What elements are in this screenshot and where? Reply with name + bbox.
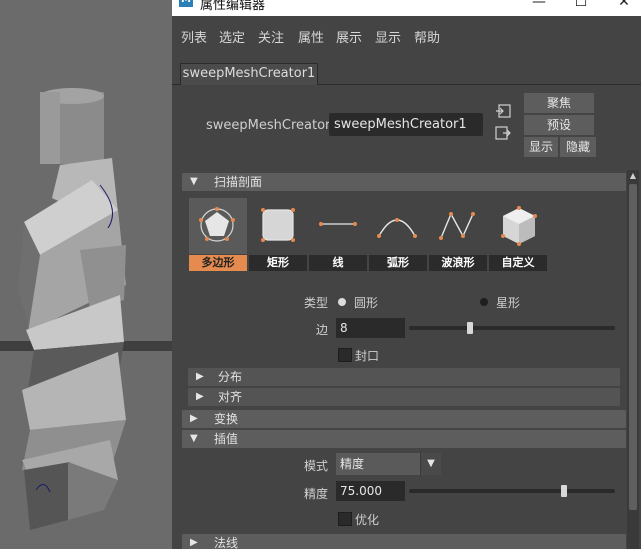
cap-label: 封口 — [355, 349, 380, 363]
attribute-panel: ▼ 扫描剖面 多边形 矩形 线 弧形 波浪形 自定义 类型 圆形 星形 边 8 … — [178, 170, 626, 549]
presets-button[interactable]: 预设 — [524, 115, 594, 135]
copy-tab-icon[interactable] — [495, 126, 511, 140]
collapsed-arrow-icon: ▶ — [190, 413, 198, 424]
precision-field[interactable]: 75.000 — [336, 481, 405, 501]
sides-field[interactable]: 8 — [336, 318, 405, 338]
focus-button[interactable]: 聚焦 — [524, 93, 594, 113]
arc-icon — [377, 218, 417, 238]
profile-wave-button[interactable]: 波浪形 — [429, 198, 487, 271]
precision-slider-knob[interactable] — [560, 485, 567, 497]
profile-line-label: 线 — [309, 255, 367, 271]
profile-polygon-label: 多边形 — [189, 255, 247, 271]
node-name-field[interactable]: sweepMeshCreator1 — [329, 113, 483, 136]
sweep-mesh-render — [18, 88, 126, 530]
wave-icon — [439, 212, 475, 240]
section-distribution[interactable]: ▶ 分布 — [188, 368, 620, 386]
profile-rectangle-label: 矩形 — [249, 255, 307, 271]
section-interpolation[interactable]: ▼ 插值 — [182, 430, 626, 448]
mode-label: 模式 — [303, 459, 328, 473]
menu-show[interactable]: 展示 — [336, 27, 362, 46]
collapsed-arrow-icon: ▶ — [196, 391, 204, 402]
precision-slider-track[interactable] — [409, 489, 615, 493]
optimize-label: 优化 — [355, 513, 380, 527]
optimize-checkbox[interactable] — [338, 512, 352, 526]
type-circle-label: 圆形 — [354, 296, 379, 310]
sides-slider-track[interactable] — [409, 326, 615, 330]
profile-custom-button[interactable]: 自定义 — [489, 198, 547, 271]
profile-arc-button[interactable]: 弧形 — [369, 198, 427, 271]
menu-focus[interactable]: 关注 — [258, 27, 284, 46]
tab-row: sweepMeshCreator1 — [172, 62, 641, 85]
section-normals[interactable]: ▶ 法线 — [182, 534, 626, 549]
cap-checkbox[interactable] — [338, 348, 352, 362]
scrollbar-thumb[interactable] — [629, 184, 637, 510]
profile-custom-label: 自定义 — [489, 255, 547, 271]
menu-bar: 列表 选定 关注 属性 展示 显示 帮助 — [172, 16, 641, 54]
scrollbar[interactable]: ▲ — [627, 170, 639, 549]
menu-selected[interactable]: 选定 — [219, 27, 245, 46]
menu-help[interactable]: 帮助 — [414, 27, 440, 46]
tab-sweep-mesh-creator[interactable]: sweepMeshCreator1 — [180, 63, 318, 85]
hide-button[interactable]: 隐藏 — [560, 137, 596, 157]
expanded-arrow-icon: ▼ — [190, 176, 198, 187]
window-title: 属性编辑器 — [200, 0, 266, 13]
mode-value: 精度 — [340, 457, 365, 471]
profile-arc-label: 弧形 — [369, 255, 427, 271]
collapsed-arrow-icon: ▶ — [190, 537, 198, 548]
type-star-label: 星形 — [496, 296, 521, 310]
section-alignment[interactable]: ▶ 对齐 — [188, 388, 620, 406]
menu-display[interactable]: 显示 — [375, 27, 401, 46]
section-scan-profile[interactable]: ▼ 扫描剖面 — [182, 173, 626, 191]
close-button[interactable]: ✕ — [610, 0, 638, 12]
menu-list[interactable]: 列表 — [181, 27, 207, 46]
line-icon — [319, 222, 357, 226]
collapsed-arrow-icon: ▶ — [196, 371, 204, 382]
section-transform[interactable]: ▶ 变换 — [182, 410, 626, 428]
type-label: 类型 — [303, 296, 328, 310]
show-button[interactable]: 显示 — [524, 137, 558, 157]
custom-icon — [501, 206, 537, 246]
app-icon: M — [179, 0, 193, 7]
mode-dropdown[interactable]: 精度 ▼ — [336, 453, 441, 475]
profile-polygon-button[interactable]: 多边形 — [189, 198, 247, 271]
minimize-button[interactable]: — — [525, 0, 553, 12]
precision-label: 精度 — [303, 487, 328, 501]
node-type-label: sweepMeshCreator: — [206, 118, 335, 133]
scroll-up-icon[interactable]: ▲ — [627, 170, 639, 182]
title-bar: M 属性编辑器 — ☐ ✕ — [172, 0, 641, 16]
profile-wave-label: 波浪形 — [429, 255, 487, 271]
type-circle-radio[interactable] — [338, 298, 346, 306]
profile-rectangle-button[interactable]: 矩形 — [249, 198, 307, 271]
viewport[interactable] — [0, 0, 172, 549]
sides-slider-knob[interactable] — [466, 322, 473, 334]
rectangle-icon — [261, 208, 295, 242]
type-star-radio[interactable] — [480, 298, 488, 306]
sides-label: 边 — [315, 323, 328, 337]
load-attributes-icon[interactable] — [495, 104, 511, 118]
polygon-icon — [189, 198, 247, 254]
profile-line-button[interactable]: 线 — [309, 198, 367, 271]
chevron-down-icon[interactable]: ▼ — [420, 453, 441, 475]
menu-attributes[interactable]: 属性 — [298, 27, 324, 46]
expanded-arrow-icon: ▼ — [190, 433, 198, 444]
maximize-button[interactable]: ☐ — [567, 0, 595, 12]
